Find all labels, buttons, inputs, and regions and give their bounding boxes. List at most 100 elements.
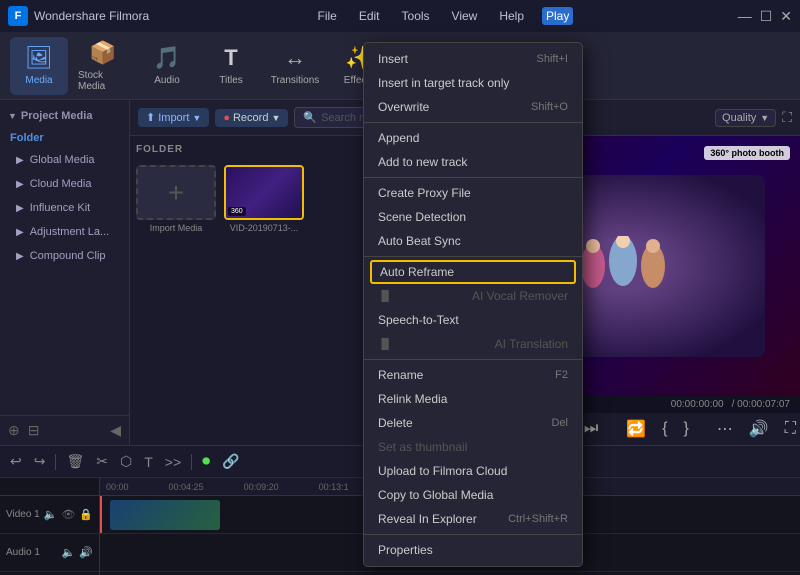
ctx-sep1 bbox=[364, 122, 582, 123]
tl-redo-btn[interactable]: ↪ bbox=[32, 451, 48, 472]
tool-titles[interactable]: T Titles bbox=[202, 37, 260, 95]
minimize-btn[interactable]: — bbox=[738, 8, 752, 25]
tl-record-btn[interactable]: ⏺ bbox=[200, 451, 212, 473]
ctx-insert[interactable]: Insert Shift+I bbox=[364, 47, 582, 71]
more-btn[interactable]: ⋯ bbox=[713, 417, 737, 441]
video-clip[interactable] bbox=[110, 500, 220, 530]
media-icon: 🖼 bbox=[25, 45, 53, 71]
video-lock-icon[interactable]: 👁 bbox=[61, 508, 75, 521]
maximize-btn[interactable]: ☐ bbox=[760, 8, 773, 25]
ctx-relink-label: Relink Media bbox=[378, 392, 447, 406]
clip-thumbnail bbox=[110, 500, 220, 530]
import-button[interactable]: ⬆ Import ▼ bbox=[138, 108, 209, 127]
tl-cut-btn[interactable]: ✂ bbox=[94, 451, 110, 472]
ctx-proxy[interactable]: Create Proxy File bbox=[364, 181, 582, 205]
sidebar-item-global[interactable]: ▶ Global Media bbox=[0, 148, 129, 172]
playhead bbox=[100, 496, 102, 533]
folder-active-label[interactable]: Folder bbox=[0, 128, 129, 148]
audio-mute-icon[interactable]: 🔈 bbox=[62, 546, 76, 559]
ctx-translation-icon: ▐▌ bbox=[378, 339, 392, 350]
ctx-scene-label: Scene Detection bbox=[378, 210, 466, 224]
clip-end-btn[interactable]: } bbox=[680, 418, 693, 440]
menu-tools[interactable]: Tools bbox=[398, 7, 434, 25]
ctx-add-track[interactable]: Add to new track bbox=[364, 150, 582, 174]
ctx-rename[interactable]: Rename F2 bbox=[364, 363, 582, 387]
ctx-beat-label: Auto Beat Sync bbox=[378, 234, 461, 248]
tl-text-btn[interactable]: T bbox=[142, 452, 155, 472]
tool-audio[interactable]: 🎵 Audio bbox=[138, 37, 196, 95]
tl-delete-btn[interactable]: 🗑 bbox=[64, 451, 86, 472]
ctx-speech-label: Speech-to-Text bbox=[378, 313, 459, 327]
ctx-copy-global[interactable]: Copy to Global Media bbox=[364, 483, 582, 507]
import-placeholder-thumb[interactable]: + bbox=[136, 165, 216, 220]
tl-sep2 bbox=[191, 454, 192, 470]
skip-end-btn[interactable]: ⏭ bbox=[580, 418, 602, 440]
ctx-speech[interactable]: Speech-to-Text bbox=[364, 308, 582, 332]
ctx-upload[interactable]: Upload to Filmora Cloud bbox=[364, 459, 582, 483]
ctx-scene[interactable]: Scene Detection bbox=[364, 205, 582, 229]
ctx-append[interactable]: Append bbox=[364, 126, 582, 150]
app-name: Wondershare Filmora bbox=[34, 9, 149, 23]
sidebar-item-compound[interactable]: ▶ Compound Clip bbox=[0, 244, 129, 268]
title-bar: F Wondershare Filmora File Edit Tools Vi… bbox=[0, 0, 800, 32]
menu-file[interactable]: File bbox=[313, 7, 340, 25]
audio-vol-icon[interactable]: 🔊 bbox=[79, 546, 93, 559]
sidebar-collapse-btn[interactable]: ◀ bbox=[110, 422, 121, 439]
clip-start-btn[interactable]: { bbox=[658, 418, 671, 440]
audio-track-label: Audio 1 🔈 🔊 bbox=[0, 534, 99, 572]
quality-select[interactable]: Quality ▼ bbox=[715, 109, 776, 127]
tool-stock-media[interactable]: 📦 Stock Media bbox=[74, 37, 132, 95]
tool-transitions[interactable]: ↔ Transitions bbox=[266, 37, 324, 95]
tl-undo-btn[interactable]: ↩ bbox=[8, 451, 24, 472]
vol-btn[interactable]: 🔊 bbox=[745, 417, 773, 441]
tl-link-btn[interactable]: 🔗 bbox=[220, 451, 241, 472]
ctx-auto-reframe[interactable]: Auto Reframe bbox=[370, 260, 576, 284]
video-media-item[interactable]: 360 VID-20190713-... bbox=[224, 165, 304, 233]
ctx-reveal[interactable]: Reveal In Explorer Ctrl+Shift+R bbox=[364, 507, 582, 531]
logo-area: F Wondershare Filmora bbox=[8, 6, 149, 26]
ctx-rename-shortcut: F2 bbox=[555, 369, 568, 381]
tool-media[interactable]: 🖼 Media bbox=[10, 37, 68, 95]
tl-crop-btn[interactable]: ⬡ bbox=[118, 451, 134, 472]
ctx-add-track-label: Add to new track bbox=[378, 155, 467, 169]
sidebar-cloud-label: Cloud Media bbox=[30, 178, 92, 190]
context-menu: Insert Shift+I Insert in target track on… bbox=[363, 42, 583, 567]
sidebar-item-adjustment[interactable]: ▶ Adjustment La... bbox=[0, 220, 129, 244]
video-thumb[interactable]: 360 bbox=[224, 165, 304, 220]
ctx-insert-track[interactable]: Insert in target track only bbox=[364, 71, 582, 95]
compound-icon: ▶ bbox=[16, 251, 24, 262]
record-button[interactable]: ● Record ▼ bbox=[215, 109, 288, 127]
fullscreen-btn[interactable]: ⛶ bbox=[781, 418, 800, 440]
video-mute-icon[interactable]: 🔈 bbox=[44, 508, 58, 521]
tl-more-btn[interactable]: >> bbox=[163, 452, 183, 472]
ctx-properties[interactable]: Properties bbox=[364, 538, 582, 562]
sidebar-item-influence[interactable]: ▶ Influence Kit bbox=[0, 196, 129, 220]
video-hide-icon[interactable]: 🔒 bbox=[79, 508, 93, 521]
collapse-arrow[interactable]: ▼ bbox=[8, 111, 17, 121]
menu-bar: File Edit Tools View Help Play bbox=[313, 7, 573, 25]
ctx-rename-label: Rename bbox=[378, 368, 423, 382]
ctx-relink[interactable]: Relink Media bbox=[364, 387, 582, 411]
ctx-insert-track-label: Insert in target track only bbox=[378, 76, 509, 90]
close-btn[interactable]: ✕ bbox=[780, 8, 792, 25]
ruler-mark-1: 00:04:25 bbox=[169, 482, 204, 492]
ctx-thumbnail-label: Set as thumbnail bbox=[378, 440, 467, 454]
menu-view[interactable]: View bbox=[448, 7, 482, 25]
preview-360-badge: 360° photo booth bbox=[704, 146, 790, 160]
media-label: Media bbox=[25, 75, 52, 86]
sidebar-bottom-icon2[interactable]: ⊟ bbox=[28, 422, 40, 439]
menu-play[interactable]: Play bbox=[542, 7, 573, 25]
sidebar-influence-label: Influence Kit bbox=[30, 202, 91, 214]
ctx-overwrite[interactable]: Overwrite Shift+O bbox=[364, 95, 582, 119]
ctx-upload-label: Upload to Filmora Cloud bbox=[378, 464, 507, 478]
loop-btn[interactable]: 🔁 bbox=[622, 417, 650, 441]
preview-fullscreen-icon[interactable]: ⛶ bbox=[782, 109, 792, 126]
ctx-beat[interactable]: Auto Beat Sync bbox=[364, 229, 582, 253]
import-media-item[interactable]: + Import Media bbox=[136, 165, 216, 233]
sidebar-item-cloud[interactable]: ▶ Cloud Media bbox=[0, 172, 129, 196]
sidebar-bottom-icon1[interactable]: ⊕ bbox=[8, 422, 20, 439]
menu-help[interactable]: Help bbox=[495, 7, 528, 25]
ctx-properties-label: Properties bbox=[378, 543, 433, 557]
ctx-delete[interactable]: Delete Del bbox=[364, 411, 582, 435]
menu-edit[interactable]: Edit bbox=[355, 7, 384, 25]
